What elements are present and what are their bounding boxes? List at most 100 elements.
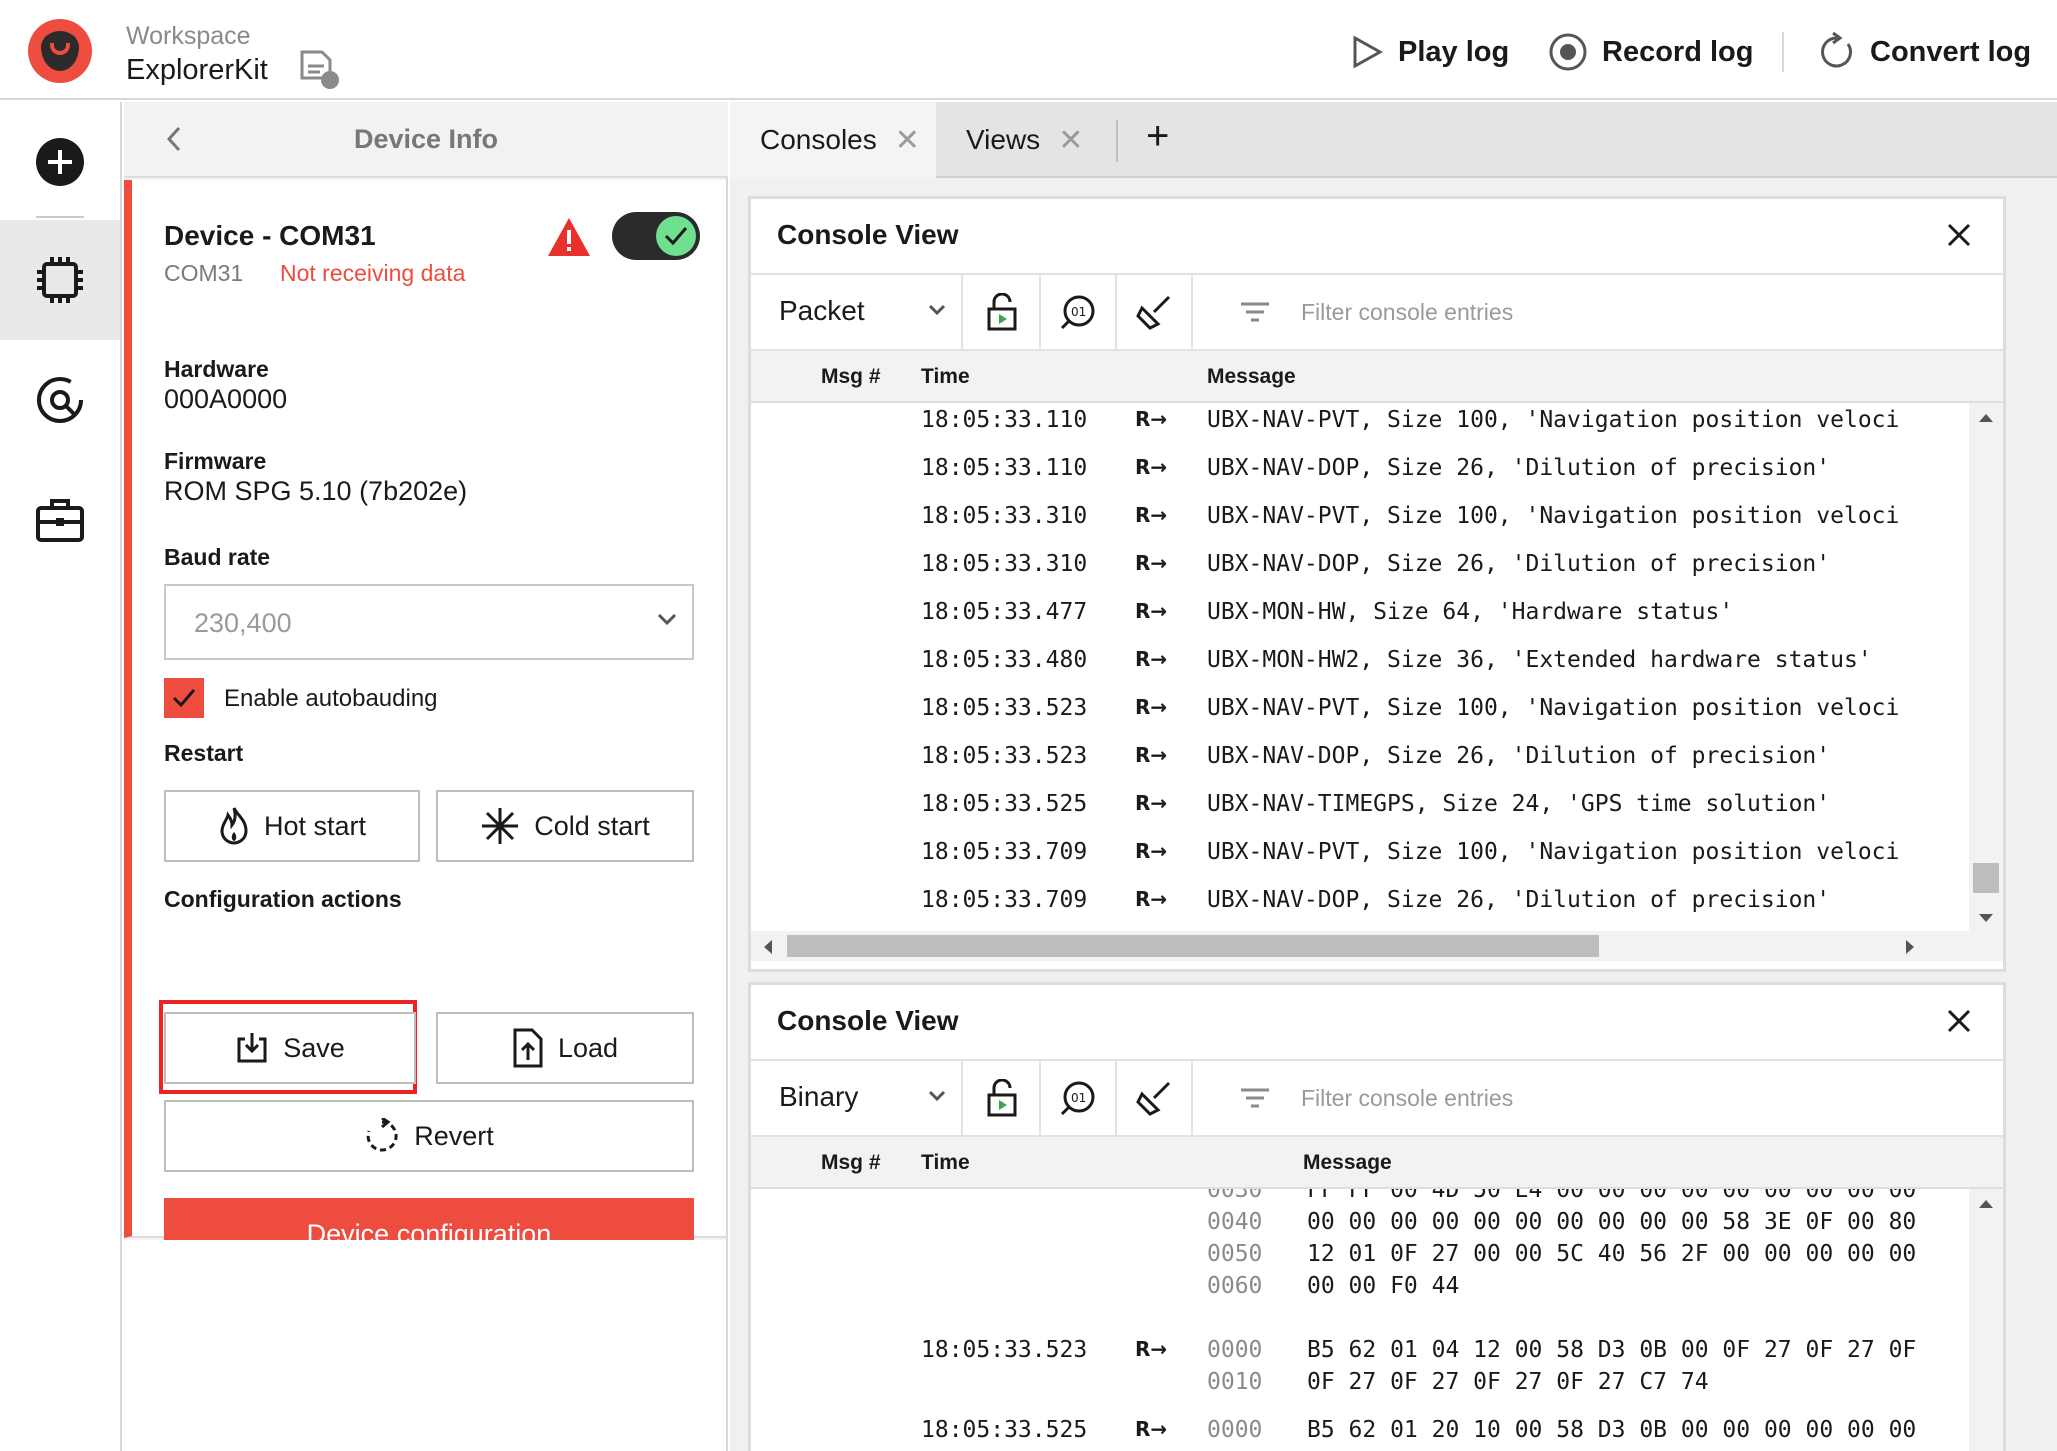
close-icon[interactable]: ✕	[895, 123, 920, 158]
console-row[interactable]: 18:05:33.523 R→ UBX-NAV-PVT, Size 100, 'Na…	[751, 685, 1967, 733]
console-row[interactable]: 18:05:33.110 R→ UBX-NAV-PVT, Size 100, 'Na…	[751, 403, 1967, 445]
autobaud-label[interactable]: Enable autobauding	[224, 685, 438, 713]
console-row[interactable]: 18:05:33.477 R→ UBX-MON-HW, Size 64, 'Hard…	[751, 589, 1967, 637]
row-message: UBX-NAV-PVT, Size 100, 'Navigation posit…	[1207, 695, 1900, 721]
console-mode-select[interactable]: Packet	[751, 275, 963, 349]
row-direction: R→	[1135, 599, 1168, 623]
broom-icon[interactable]	[1117, 1061, 1193, 1135]
hardware-value: 000A0000	[164, 384, 288, 414]
scroll-right-icon[interactable]	[1905, 939, 1915, 955]
row-direction: R→	[1135, 743, 1168, 767]
lock-icon[interactable]	[965, 1061, 1041, 1135]
horizontal-scrollbar[interactable]	[751, 931, 2003, 961]
col-time[interactable]: Time	[921, 365, 970, 389]
autobaud-checkbox[interactable]	[164, 678, 204, 718]
toolbox-icon[interactable]	[0, 460, 120, 580]
row-time: 18:05:33.709	[921, 839, 1088, 865]
row-hex: 00 00 F0 44	[1307, 1273, 1460, 1299]
row-direction: R→	[1135, 503, 1168, 527]
binary-search-icon[interactable]: 01	[1041, 1061, 1117, 1135]
console-row[interactable]: 0010 0F 27 0F 27 0F 27 0F 27 C7 74	[751, 1359, 1967, 1407]
load-button[interactable]: Load	[436, 1012, 694, 1084]
close-icon[interactable]: ✕	[1058, 123, 1083, 158]
console-row[interactable]: 18:05:33.523 R→ UBX-NAV-DOP, Size 26, 'Dil…	[751, 733, 1967, 781]
row-message: UBX-NAV-DOP, Size 26, 'Dilution of preci…	[1207, 551, 1831, 577]
convert-log-button[interactable]: Convert log	[1818, 30, 2031, 74]
row-message: UBX-NAV-PVT, Size 100, 'Navigation posit…	[1207, 503, 1900, 529]
device-info-header: Device Info	[124, 102, 728, 178]
row-direction: R→	[1135, 1417, 1168, 1441]
scroll-up-icon[interactable]	[1978, 1199, 1994, 1209]
col-time[interactable]: Time	[921, 1151, 970, 1175]
console-row[interactable]: 18:05:33.709 R→ UBX-NAV-DOP, Size 26, 'Dil…	[751, 877, 1967, 925]
tab-consoles[interactable]: Consoles ✕	[730, 102, 936, 178]
vertical-scrollbar[interactable]	[1969, 403, 2003, 931]
scroll-left-icon[interactable]	[763, 939, 773, 955]
binary-search-icon[interactable]: 01	[1041, 275, 1117, 349]
row-message: UBX-NAV-TIMEGPS, Size 24, 'GPS time solu…	[1207, 791, 1831, 817]
add-icon[interactable]	[0, 102, 120, 222]
row-message: UBX-NAV-PVT, Size 100, 'Navigation posit…	[1207, 407, 1900, 433]
revert-button[interactable]: Revert	[164, 1100, 694, 1172]
chevron-down-icon	[657, 613, 677, 626]
console-row[interactable]: 18:05:33.709 R→ UBX-NAV-PVT, Size 100, 'Na…	[751, 829, 1967, 877]
console-row[interactable]: 18:05:33.480 R→ UBX-MON-HW2, Size 36, 'Ext…	[751, 637, 1967, 685]
filter-input[interactable]: Filter console entries	[1239, 275, 1513, 349]
col-msg-num[interactable]: Msg #	[821, 365, 881, 389]
tab-views[interactable]: Views ✕	[936, 102, 1114, 178]
firmware-value: ROM SPG 5.10 (7b202e)	[164, 476, 468, 506]
scroll-down-icon[interactable]	[1978, 913, 1994, 923]
hot-start-button[interactable]: Hot start	[164, 790, 420, 862]
vertical-scroll-thumb[interactable]	[1973, 863, 1999, 893]
console-row[interactable]: 0060 00 00 F0 44	[751, 1263, 1967, 1311]
row-direction: R→	[1135, 1337, 1168, 1361]
filter-icon	[1241, 1088, 1269, 1108]
save-button[interactable]: Save	[164, 1012, 416, 1084]
console-row[interactable]: 18:05:33.310 R→ UBX-NAV-PVT, Size 100, 'Na…	[751, 493, 1967, 541]
device-connect-toggle[interactable]	[612, 212, 700, 260]
firmware-label: Firmware	[164, 448, 267, 474]
scroll-up-icon[interactable]	[1978, 413, 1994, 423]
row-direction: R→	[1135, 839, 1168, 863]
lock-icon[interactable]	[965, 275, 1041, 349]
vertical-scrollbar[interactable]	[1969, 1189, 2003, 1451]
configuration-actions-label: Configuration actions	[164, 886, 402, 912]
close-icon[interactable]	[1945, 1007, 1973, 1035]
row-time: 18:05:33.523	[921, 743, 1088, 769]
revert-icon	[366, 1118, 398, 1152]
baud-rate-select[interactable]: 230,400	[164, 584, 694, 660]
add-tab-button[interactable]: +	[1146, 114, 1169, 159]
record-log-button[interactable]: Record log	[1548, 30, 1753, 74]
device-status: Not receiving data	[280, 260, 466, 286]
console-row[interactable]: 18:05:33.525 R→ UBX-NAV-TIMEGPS, Size 24, …	[751, 781, 1967, 829]
check-icon	[656, 216, 696, 256]
row-message: UBX-MON-HW2, Size 36, 'Extended hardware…	[1207, 647, 1872, 673]
col-message[interactable]: Message	[1207, 365, 1296, 389]
chevron-down-icon	[928, 304, 946, 316]
tab-bar: Consoles ✕ Views ✕ +	[730, 102, 2057, 178]
app-header: Workspace ExplorerKit Play log Record lo…	[0, 0, 2057, 100]
close-icon[interactable]	[1945, 221, 1973, 249]
workspace-name[interactable]: ExplorerKit	[126, 54, 268, 87]
filter-input[interactable]: Filter console entries	[1239, 1061, 1513, 1135]
row-time: 18:05:33.523	[921, 695, 1088, 721]
horizontal-scroll-thumb[interactable]	[787, 935, 1599, 957]
console-row[interactable]: 001012 00 FF FF FF FF 75 6D	[751, 1439, 1967, 1451]
console-view-binary: Console View Binary 01 Filter console en…	[748, 982, 2006, 1451]
filter-icon	[1241, 302, 1269, 322]
play-log-button[interactable]: Play log	[1350, 30, 1509, 74]
broom-icon[interactable]	[1117, 275, 1193, 349]
console-mode-select[interactable]: Binary	[751, 1061, 963, 1135]
left-rail	[0, 102, 122, 1451]
chip-icon[interactable]	[0, 220, 120, 340]
cold-start-button[interactable]: Cold start	[436, 790, 694, 862]
row-time: 18:05:33.110	[921, 407, 1088, 433]
row-message: UBX-NAV-DOP, Size 26, 'Dilution of preci…	[1207, 455, 1831, 481]
col-message[interactable]: Message	[1303, 1151, 1392, 1175]
gauge-icon[interactable]	[0, 340, 120, 460]
row-direction: R→	[1135, 407, 1168, 431]
console-row[interactable]: 18:05:33.110 R→ UBX-NAV-DOP, Size 26, 'Dil…	[751, 445, 1967, 493]
col-msg-num[interactable]: Msg #	[821, 1151, 881, 1175]
console-row[interactable]: 18:05:33.310 R→ UBX-NAV-DOP, Size 26, 'Dil…	[751, 541, 1967, 589]
workspace-file-icon[interactable]	[298, 48, 342, 92]
